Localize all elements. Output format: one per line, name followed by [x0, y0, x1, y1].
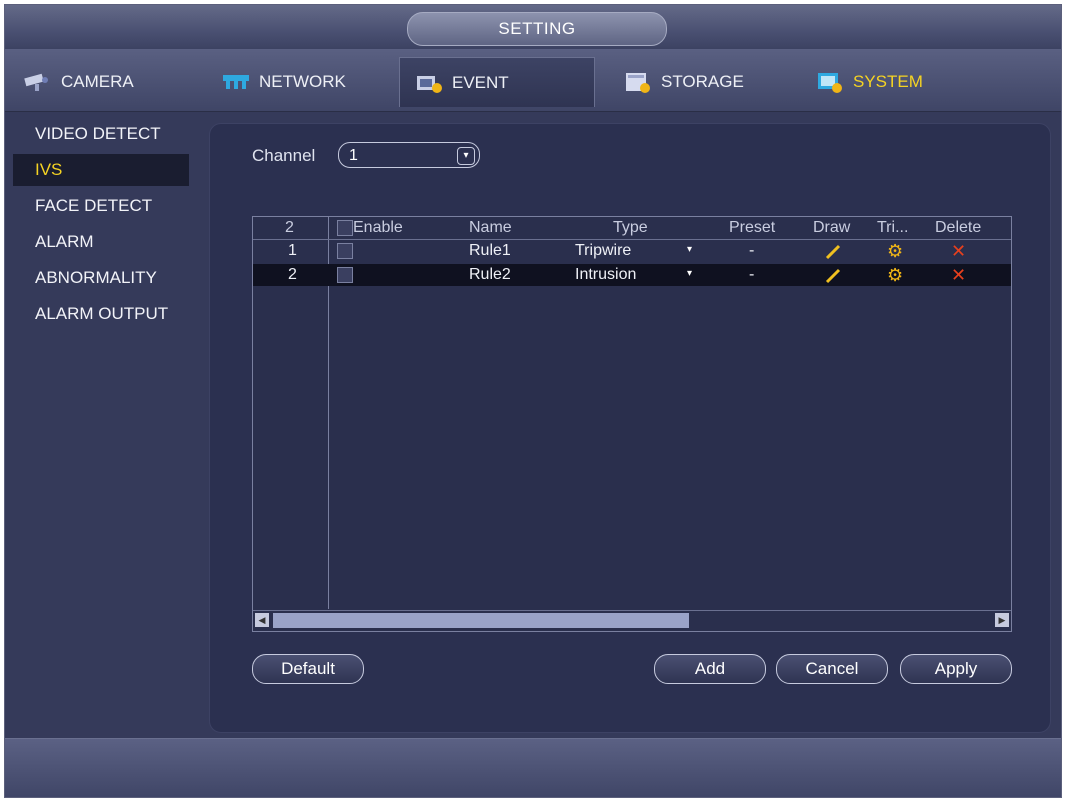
- sidebar: VIDEO DETECT IVS FACE DETECT ALARM ABNOR…: [5, 112, 195, 692]
- rule-preset: -: [749, 242, 755, 259]
- tab-system[interactable]: SYSTEM: [801, 57, 987, 107]
- pencil-icon[interactable]: [825, 266, 841, 284]
- tab-network-label: NETWORK: [259, 72, 346, 91]
- gear-icon[interactable]: ⚙: [887, 266, 903, 284]
- header-trigger: Tri...: [877, 219, 909, 236]
- table-row[interactable]: 1 Rule1 Tripwire ▾ - ⚙ ✕: [253, 240, 1011, 262]
- sidebar-item-abnormality[interactable]: ABNORMALITY: [13, 262, 189, 294]
- channel-label: Channel: [252, 146, 316, 165]
- rule-name: Rule2: [469, 266, 511, 283]
- close-icon[interactable]: ✕: [951, 266, 966, 284]
- row-index: 1: [288, 242, 297, 259]
- tab-network[interactable]: NETWORK: [207, 57, 393, 107]
- tab-storage-label: STORAGE: [661, 72, 744, 91]
- header-count: 2: [285, 219, 294, 236]
- tab-system-label: SYSTEM: [853, 72, 923, 91]
- system-icon: [818, 73, 842, 93]
- sidebar-item-face-detect[interactable]: FACE DETECT: [13, 190, 189, 222]
- header-enable: Enable: [353, 219, 403, 236]
- rule-preset: -: [749, 266, 755, 283]
- scroll-right-icon[interactable]: ▶: [995, 613, 1009, 627]
- camera-icon: [24, 73, 48, 91]
- rule-type[interactable]: Tripwire: [575, 241, 631, 261]
- scrollbar-thumb[interactable]: [273, 613, 689, 628]
- header-preset: Preset: [729, 219, 776, 236]
- event-icon: [417, 75, 442, 93]
- horizontal-scrollbar[interactable]: ◀ ▶: [253, 610, 1011, 631]
- scroll-left-icon[interactable]: ◀: [255, 613, 269, 627]
- row-index: 2: [288, 266, 297, 283]
- ivs-panel: Channel 1 ▾ 2 Enable Name Type Preset Dr…: [209, 123, 1051, 733]
- settings-window: SETTING CAMERA NETWORK EVENT STORAGE SYS…: [4, 4, 1062, 798]
- main-tabs: CAMERA NETWORK EVENT STORAGE SYSTEM: [5, 49, 1061, 112]
- tab-camera[interactable]: CAMERA: [9, 57, 195, 107]
- table-header: 2 Enable Name Type Preset Draw Tri... De…: [253, 217, 1011, 240]
- default-button[interactable]: Default: [252, 654, 364, 684]
- window-title: SETTING: [407, 12, 667, 46]
- rule-type[interactable]: Intrusion: [575, 265, 636, 285]
- header-draw: Draw: [813, 219, 851, 236]
- title-bar: SETTING: [5, 5, 1061, 49]
- rules-table: 2 Enable Name Type Preset Draw Tri... De…: [252, 216, 1012, 632]
- pencil-icon[interactable]: [825, 242, 841, 260]
- sidebar-item-ivs[interactable]: IVS: [13, 154, 189, 186]
- header-delete: Delete: [935, 219, 982, 236]
- apply-button[interactable]: Apply: [900, 654, 1012, 684]
- tab-event-label: EVENT: [452, 72, 509, 92]
- enable-checkbox[interactable]: [337, 243, 353, 259]
- tab-event[interactable]: EVENT: [399, 57, 595, 107]
- tab-storage[interactable]: STORAGE: [609, 57, 795, 107]
- enable-checkbox[interactable]: [337, 267, 353, 283]
- cancel-button[interactable]: Cancel: [776, 654, 888, 684]
- gear-icon[interactable]: ⚙: [887, 242, 903, 260]
- tab-camera-label: CAMERA: [61, 72, 134, 91]
- rule-name: Rule1: [469, 242, 511, 259]
- sidebar-item-alarm-output[interactable]: ALARM OUTPUT: [13, 298, 189, 330]
- channel-select[interactable]: 1 ▾: [338, 142, 480, 168]
- add-button[interactable]: Add: [654, 654, 766, 684]
- chevron-down-icon[interactable]: ▾: [687, 268, 692, 279]
- network-icon: [223, 75, 249, 89]
- table-row[interactable]: 2 Rule2 Intrusion ▾ - ⚙ ✕: [253, 264, 1011, 286]
- footer-bar: [5, 738, 1061, 797]
- enable-all-checkbox[interactable]: [337, 220, 353, 236]
- chevron-down-icon: ▾: [457, 147, 475, 165]
- sidebar-item-video-detect[interactable]: VIDEO DETECT: [13, 118, 189, 150]
- sidebar-item-alarm[interactable]: ALARM: [13, 226, 189, 258]
- chevron-down-icon[interactable]: ▾: [687, 244, 692, 255]
- storage-icon: [626, 73, 650, 93]
- channel-value: 1: [349, 147, 358, 164]
- close-icon[interactable]: ✕: [951, 242, 966, 260]
- header-name: Name: [469, 219, 512, 236]
- header-type: Type: [613, 219, 648, 236]
